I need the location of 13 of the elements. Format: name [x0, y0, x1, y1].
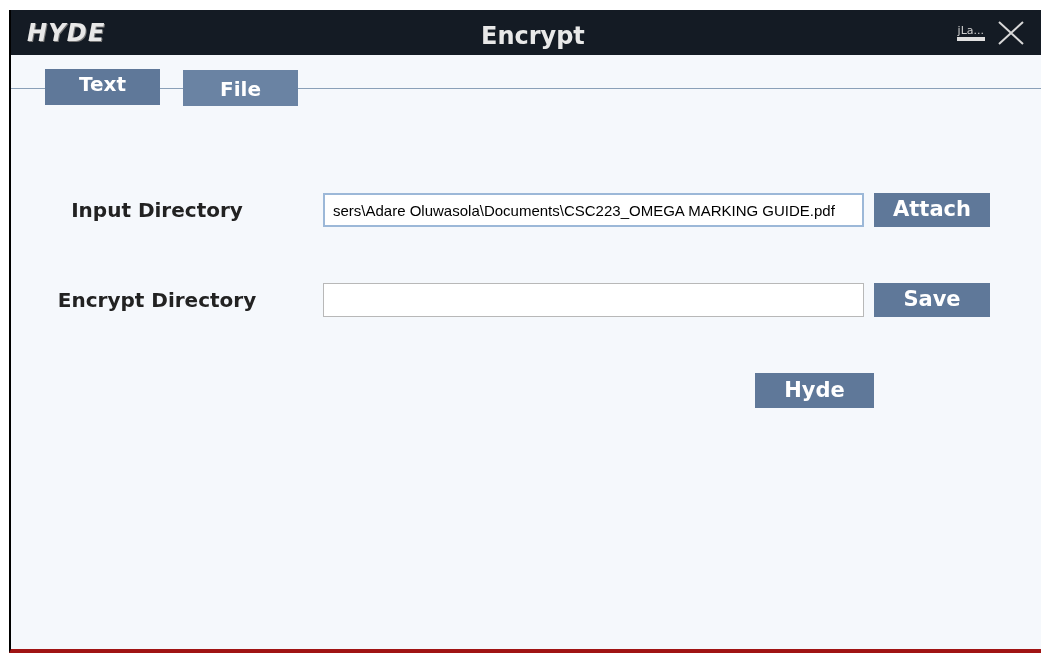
- field-label: Input Directory: [70, 197, 244, 224]
- tab[interactable]: Text: [45, 69, 160, 105]
- close-icon[interactable]: [997, 19, 1025, 46]
- field-label: Encrypt Directory: [56, 287, 258, 314]
- tab[interactable]: File: [183, 70, 298, 106]
- input-field[interactable]: [323, 283, 864, 317]
- window-title: Encrypt: [481, 21, 585, 52]
- submit-button[interactable]: Hyde: [755, 373, 874, 408]
- action-button[interactable]: Save: [874, 283, 990, 317]
- logo: HYDE: [27, 17, 106, 49]
- input-field[interactable]: sers\Adare Oluwasola\Documents\CSC223_OMEGA MARKING GUIDE.pdf: [323, 193, 864, 227]
- action-button[interactable]: Attach: [874, 193, 990, 227]
- minimize-button[interactable]: jLa...: [956, 24, 985, 41]
